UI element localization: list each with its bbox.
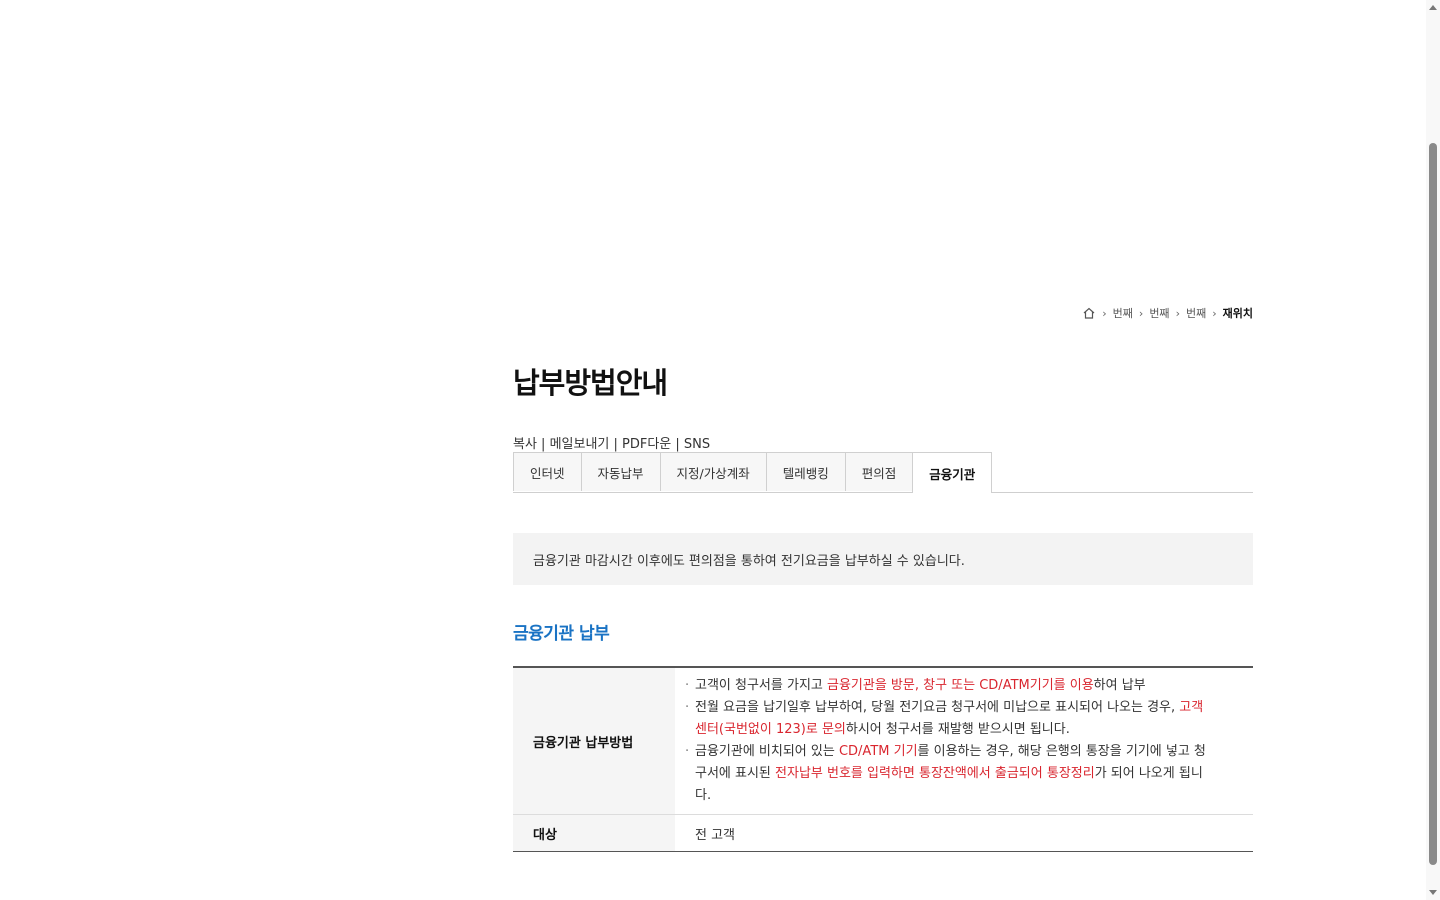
tab-financial-institution[interactable]: 금융기관 (912, 452, 993, 493)
list-item: 전월 요금을 납기일후 납부하여, 당월 전기요금 청구서에 미납으로 표시되어… (685, 697, 1215, 741)
bullet-list: 고객이 청구서를 가지고 금융기관을 방문, 창구 또는 CD/ATM기기를 이… (685, 675, 1253, 807)
page-tools[interactable]: 복사 | 메일보내기 | PDF다운 | SNS (513, 433, 710, 452)
page-title: 납부방법안내 (513, 366, 668, 400)
chevron-right-icon: › (1212, 306, 1217, 320)
list-item: 고객이 청구서를 가지고 금융기관을 방문, 창구 또는 CD/ATM기기를 이… (685, 675, 1215, 697)
notice-box: 금융기관 마감시간 이후에도 편의점을 통하여 전기요금을 납부하실 수 있습니… (513, 533, 1253, 585)
chevron-right-icon: › (1175, 306, 1180, 320)
home-icon[interactable] (1082, 306, 1096, 320)
tab-auto-payment[interactable]: 자동납부 (580, 452, 661, 491)
section-title: 금융기관 납부 (513, 624, 610, 644)
info-table: 금융기관 납부방법 고객이 청구서를 가지고 금융기관을 방문, 창구 또는 C… (513, 666, 1253, 852)
breadcrumb-item[interactable]: 번째 (1149, 305, 1169, 321)
tab-virtual-account[interactable]: 지정/가상계좌 (659, 452, 767, 491)
tab-internet[interactable]: 인터넷 (513, 452, 582, 491)
tab-convenience-store[interactable]: 편의점 (844, 452, 914, 491)
row-value-target: 전 고객 (695, 827, 736, 843)
table-row: 금융기관 납부방법 고객이 청구서를 가지고 금융기관을 방문, 창구 또는 C… (513, 667, 1253, 815)
chevron-right-icon: › (1102, 306, 1107, 320)
scrollbar-thumb[interactable] (1429, 143, 1437, 865)
row-header-target: 대상 (513, 814, 675, 852)
page-scrollbar[interactable] (1426, 0, 1440, 900)
breadcrumb-current: 재위치 (1222, 307, 1253, 320)
payment-method-tabs: 인터넷 자동납부 지정/가상계좌 텔레뱅킹 편의점 금융기관 (513, 452, 1253, 493)
scroll-down-arrow-icon[interactable] (1429, 890, 1437, 895)
breadcrumb-item[interactable]: 번째 (1186, 305, 1206, 321)
scroll-up-arrow-icon[interactable] (1429, 5, 1437, 10)
list-item: 금융기관에 비치되어 있는 CD/ATM 기기를 이용하는 경우, 해당 은행의… (685, 741, 1215, 807)
tab-telebanking[interactable]: 텔레뱅킹 (765, 452, 846, 491)
breadcrumb: › 번째 › 번째 › 번째 › 재위치 (1082, 305, 1253, 321)
row-header-payment-method: 금융기관 납부방법 (513, 667, 675, 815)
row-value-payment-method: 고객이 청구서를 가지고 금융기관을 방문, 창구 또는 CD/ATM기기를 이… (675, 667, 1253, 815)
table-row: 대상 전 고객 (513, 814, 1253, 852)
chevron-right-icon: › (1138, 306, 1144, 320)
breadcrumb-item[interactable]: 번째 (1113, 305, 1133, 321)
